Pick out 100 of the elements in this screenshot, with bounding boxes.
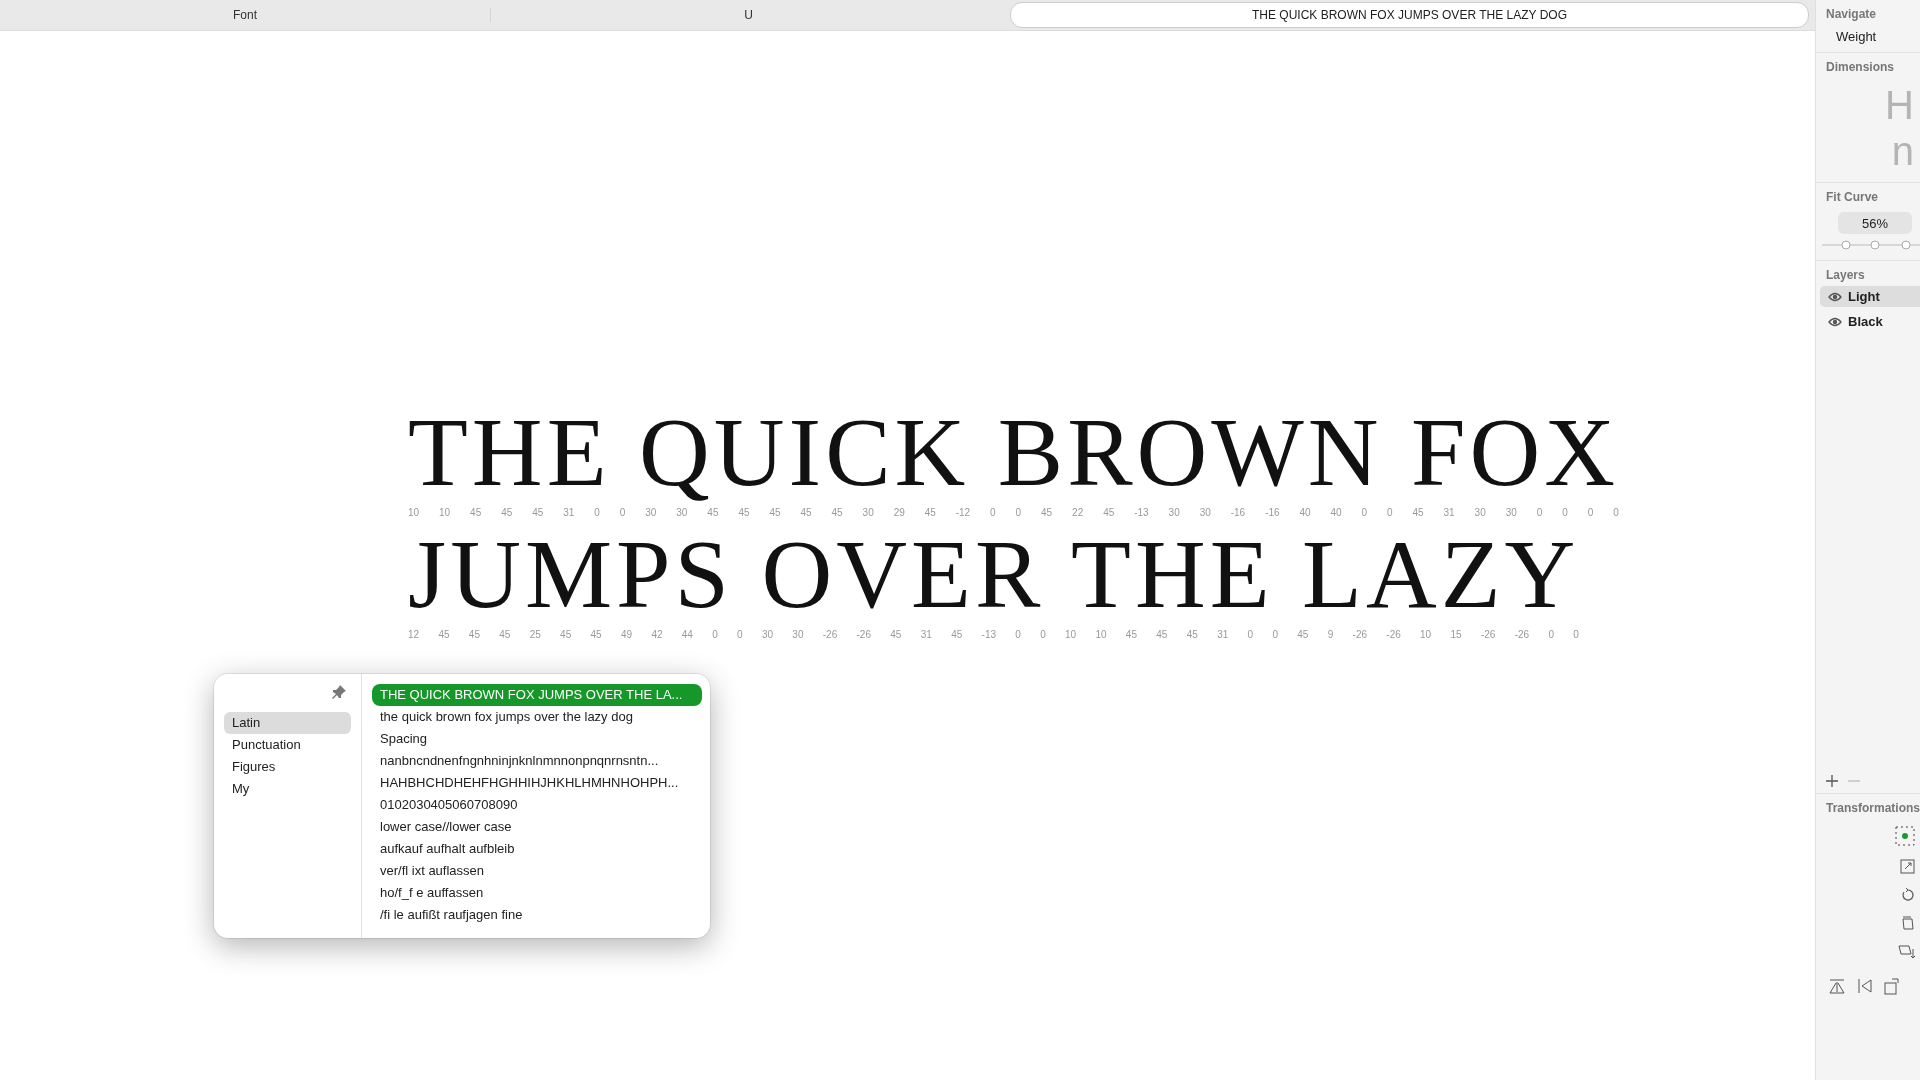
add-icon[interactable] — [1826, 775, 1838, 787]
sidebearing-value: -16 — [1230, 507, 1246, 519]
sidebearing-value: -16 — [1265, 507, 1280, 519]
sidebearing-value: 10 — [1420, 629, 1432, 641]
sidebearing-value: 30 — [1505, 507, 1517, 519]
sidebearing-value: 45 — [1156, 629, 1168, 641]
sidebearing-value: 45 — [438, 629, 450, 641]
sidebearing-value: 0 — [1272, 629, 1278, 641]
sidebearing-value: 44 — [681, 629, 693, 641]
sample-text-field[interactable]: THE QUICK BROWN FOX JUMPS OVER THE LAZY DOG — [1010, 2, 1809, 28]
sidebearing-value: 10 — [439, 507, 451, 519]
sidebearing-value: 45 — [800, 507, 812, 519]
sidebearing-value: 12 — [408, 629, 420, 641]
sidebearing-value: 0 — [1548, 629, 1554, 641]
sidebearing-value: 0 — [1361, 507, 1368, 519]
section-header: Layers — [1825, 267, 1866, 282]
sample-item[interactable]: nanbncndnenfngnhninjnknlnmnnonpnqnrnsntn... — [372, 750, 702, 772]
sample-item[interactable]: lower case//lower case — [372, 816, 702, 838]
eye-icon[interactable] — [1828, 291, 1842, 302]
sample-item[interactable]: 0102030405060708090 — [372, 794, 702, 816]
category-item[interactable]: Latin — [224, 712, 351, 734]
sidebearing-value: 42 — [651, 629, 663, 641]
sample-item[interactable]: aufkauf aufhalt aufbleib — [372, 838, 702, 860]
pin-icon[interactable] — [331, 684, 347, 700]
glyph-text: JUMPS OVER THE LAZY — [408, 519, 1580, 629]
sample-item[interactable]: the quick brown fox jumps over the lazy dog — [372, 706, 702, 728]
sidebearing-value: 45 — [1186, 629, 1198, 641]
sidebearing-value: 45 — [1412, 507, 1424, 519]
sidebearing-value: 15 — [1450, 629, 1462, 641]
sidebearing-value: 30 — [645, 507, 657, 519]
weight-item[interactable]: Weight — [1816, 21, 1920, 44]
category-item[interactable]: Figures — [224, 756, 351, 778]
sidebearing-value: 0 — [594, 507, 600, 519]
slant-icon[interactable] — [1900, 915, 1916, 931]
flip-vertical-icon[interactable] — [1856, 977, 1874, 995]
sidebearing-value: 45 — [707, 507, 719, 519]
sidebearing-value: 0 — [712, 629, 718, 641]
sidebearing-value: 31 — [1443, 507, 1455, 519]
sidebearing-value: -26 — [1514, 629, 1530, 641]
section-header: Dimensions — [1825, 59, 1895, 74]
sidebearing-value: 30 — [1199, 507, 1211, 519]
layer-item[interactable]: Black — [1820, 311, 1920, 332]
sidebearing-value: 30 — [676, 507, 688, 519]
sidebearing-value: 0 — [737, 629, 743, 641]
sidebearing-value: 0 — [1015, 507, 1022, 519]
sidebearing-value: 9 — [1327, 629, 1334, 641]
sidebearing-value: 45 — [590, 629, 602, 641]
sidebearing-value: -26 — [822, 629, 838, 641]
layer-item[interactable]: Light — [1820, 286, 1920, 307]
sidebearing-value: 0 — [1587, 507, 1594, 519]
sidebearing-value: 45 — [890, 629, 902, 641]
eye-icon[interactable] — [1828, 316, 1842, 327]
sidebearing-value: 45 — [769, 507, 781, 519]
sidebearing-value: -12 — [955, 507, 971, 519]
sidebearing-value: 0 — [1562, 507, 1568, 519]
sidebearing-value: 45 — [501, 507, 513, 519]
sample-item[interactable]: ho/f_f e auffassen — [372, 882, 702, 904]
sidebearing-value: 30 — [1168, 507, 1180, 519]
sidebearing-value: 0 — [1040, 629, 1046, 641]
sidebearing-value: 40 — [1330, 507, 1342, 519]
sidebearing-value: 31 — [1217, 629, 1229, 641]
sidebearing-value: 45 — [560, 629, 572, 641]
sidebearing-value: 45 — [499, 629, 511, 641]
sidebearing-value: 30 — [761, 629, 774, 641]
sidebearing-value: 45 — [468, 629, 480, 641]
sample-item[interactable]: /fi le aufißt raufjagen fine — [372, 904, 702, 926]
category-item[interactable]: Punctuation — [224, 734, 351, 756]
sidebearing-value: 0 — [1387, 507, 1393, 519]
sidebearing-value: -26 — [856, 629, 871, 641]
origin-grid-icon[interactable] — [1894, 825, 1916, 847]
sidebearing-value: 45 — [1103, 507, 1115, 519]
sidebearing-value: 40 — [1299, 507, 1311, 519]
flip-horizontal-icon[interactable] — [1828, 977, 1846, 995]
font-label[interactable]: Font — [0, 8, 491, 22]
sidebearing-value: -26 — [1386, 629, 1401, 641]
sidebearing-value: 29 — [893, 507, 905, 519]
section-header: Navigate — [1825, 6, 1878, 21]
sample-item[interactable]: THE QUICK BROWN FOX JUMPS OVER THE LA... — [372, 684, 702, 706]
sidebearing-value: 10 — [408, 507, 420, 519]
layer-name: Light — [1848, 289, 1880, 304]
layer-label[interactable]: U — [491, 8, 1006, 22]
sidebearing-value: 0 — [1015, 629, 1021, 641]
sidebearing-value: 22 — [1072, 507, 1084, 519]
sample-item[interactable]: Spacing — [372, 728, 702, 750]
sidebearing-value: 0 — [619, 507, 626, 519]
sidebearing-value: 25 — [529, 629, 541, 641]
category-item[interactable]: My — [224, 778, 351, 800]
sample-item[interactable]: HAHBHCHDHEHFHGHHIHJHKHLHMHNHOHPH... — [372, 772, 702, 794]
skew-icon[interactable] — [1898, 943, 1916, 959]
scale-icon[interactable] — [1900, 859, 1916, 875]
sidebearing-value: 49 — [620, 629, 633, 641]
sidebearing-value: 0 — [1573, 629, 1579, 641]
section-header: Fit Curve — [1825, 189, 1879, 204]
fit-curve-field[interactable]: 56% — [1838, 212, 1912, 234]
sample-item[interactable]: ver/fl ixt auflassen — [372, 860, 702, 882]
sidebearing-value: 45 — [1041, 507, 1053, 519]
sidebearing-value: -13 — [981, 629, 996, 641]
sidebearing-value: 10 — [1065, 629, 1077, 641]
sidebearing-value: 0 — [1247, 629, 1254, 641]
rotate-icon[interactable] — [1900, 887, 1916, 903]
